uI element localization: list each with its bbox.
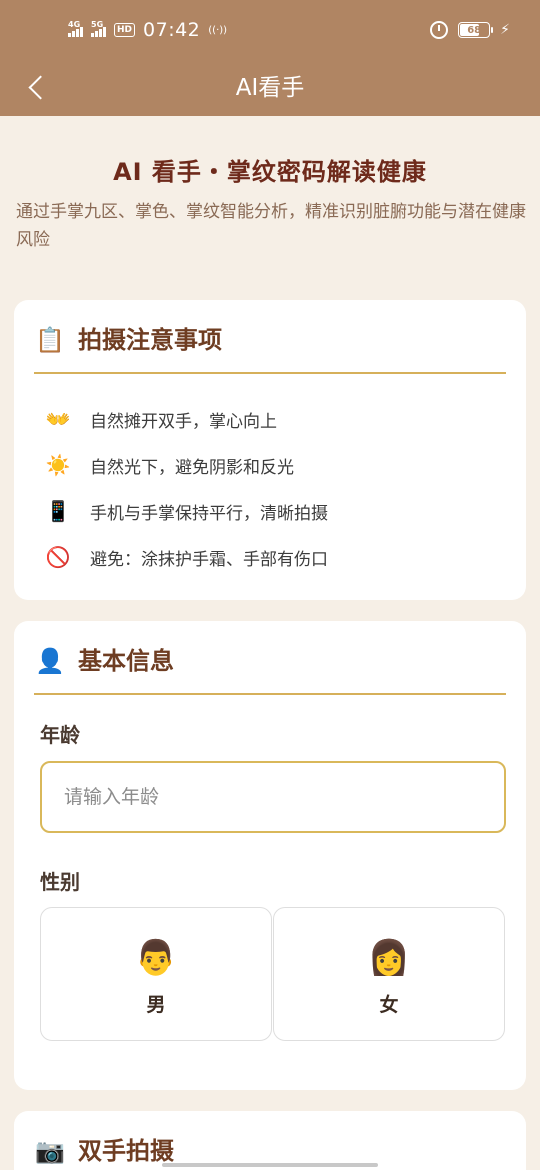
signal-icon: 4G (68, 20, 83, 37)
clipboard-icon: 📋 (35, 326, 65, 354)
photo-card: 📷 双手拍摄 (14, 1111, 526, 1170)
status-bar: 4G 5G HD 07:42 ((·)) 68 ⚡ (0, 0, 540, 60)
prohibited-icon: 🚫 (45, 545, 71, 569)
status-time: 07:42 (143, 19, 201, 41)
home-indicator[interactable] (162, 1163, 378, 1167)
battery-icon: 68 (458, 22, 494, 38)
tip-item: 🚫 避免：涂抹护手霜、手部有伤口 (42, 534, 506, 580)
photo-card-title: 双手拍摄 (78, 1137, 174, 1165)
sun-icon: ☀️ (45, 453, 71, 477)
network-type-label: 4G (68, 20, 81, 29)
top-bar: 4G 5G HD 07:42 ((·)) 68 ⚡ AI看手 (0, 0, 540, 116)
gender-female-button[interactable]: 👩 女 (273, 907, 505, 1041)
info-card-title: 基本信息 (78, 647, 174, 675)
gender-male-label: 男 (146, 994, 166, 1016)
tip-item: ☀️ 自然光下，避免阴影和反光 (42, 442, 506, 488)
battery-level: 68 (467, 24, 482, 36)
nfc-icon: ((·)) (208, 24, 228, 36)
gender-label: 性别 (40, 870, 80, 894)
tips-card-header: 📋 拍摄注意事项 (34, 324, 506, 374)
info-card-header: 👤 基本信息 (34, 645, 506, 695)
tips-card: 📋 拍摄注意事项 👐 自然摊开双手，掌心向上 ☀️ 自然光下，避免阴影和反光 📱… (14, 300, 526, 600)
phone-icon: 📱 (45, 499, 71, 523)
hands-icon: 👐 (45, 407, 71, 431)
age-label: 年龄 (40, 723, 80, 747)
tips-card-title: 拍摄注意事项 (78, 326, 222, 354)
nav-bar: AI看手 (0, 60, 540, 116)
gender-male-button[interactable]: 👨 男 (40, 907, 272, 1041)
network-type-label-2: 5G (91, 20, 104, 29)
age-input[interactable] (40, 761, 506, 833)
charging-icon: ⚡ (500, 22, 510, 38)
hd-badge: HD (114, 23, 136, 37)
man-icon: 👨 (134, 938, 178, 978)
hero-title: AI 看手・掌纹密码解读健康 (113, 158, 427, 186)
tip-text: 避免：涂抹护手霜、手部有伤口 (90, 549, 328, 570)
tips-list: 👐 自然摊开双手，掌心向上 ☀️ 自然光下，避免阴影和反光 📱 手机与手掌保持平… (42, 396, 506, 580)
alarm-icon (430, 21, 449, 39)
tip-text: 自然光下，避免阴影和反光 (90, 457, 294, 478)
tip-item: 👐 自然摊开双手，掌心向上 (42, 396, 506, 442)
status-right: 68 ⚡ (430, 18, 510, 42)
tip-text: 手机与手掌保持平行，清晰拍摄 (90, 503, 328, 524)
page-title: AI看手 (235, 75, 305, 101)
hero-subtitle: 通过手掌九区、掌色、掌纹智能分析，精准识别脏腑功能与潜在健康风险 (16, 202, 526, 250)
signal-icon-2: 5G (91, 20, 106, 37)
person-icon: 👤 (35, 647, 65, 675)
woman-icon: 👩 (367, 938, 411, 978)
tip-item: 📱 手机与手掌保持平行，清晰拍摄 (42, 488, 506, 534)
status-left: 4G 5G HD 07:42 ((·)) (68, 18, 227, 42)
basic-info-card: 👤 基本信息 年龄 性别 👨 男 👩 女 (14, 621, 526, 1090)
tip-text: 自然摊开双手，掌心向上 (90, 411, 277, 432)
camera-icon: 📷 (35, 1137, 65, 1165)
gender-female-label: 女 (379, 994, 399, 1016)
